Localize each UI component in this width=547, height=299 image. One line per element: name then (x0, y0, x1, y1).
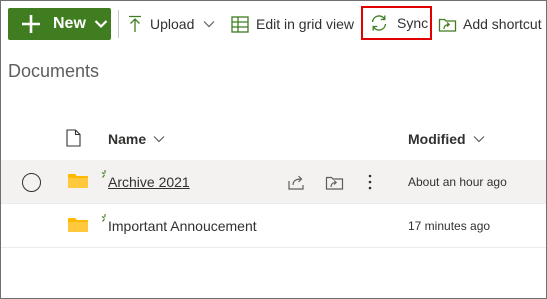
name-column-label: Name (108, 131, 147, 147)
modified-column-label: Modified (408, 131, 466, 147)
modified-column-header[interactable]: Modified (408, 131, 485, 147)
chevron-down-icon (153, 135, 165, 143)
add-shortcut-button[interactable]: Add shortcut (437, 8, 542, 40)
new-button[interactable]: New (8, 8, 111, 40)
sync-icon (368, 14, 390, 32)
folder-icon (68, 217, 88, 238)
page-title: Documents (8, 61, 100, 81)
chevron-down-icon (473, 135, 485, 143)
modified-value: About an hour ago (408, 175, 507, 189)
toolbar-divider (118, 10, 119, 38)
edit-in-grid-view-label: Edit in grid view (256, 16, 355, 32)
add-shortcut-icon (437, 16, 457, 33)
upload-label: Upload (150, 16, 195, 32)
file-name-link[interactable]: Archive 2021 (108, 174, 190, 190)
edit-in-grid-view-button[interactable]: Edit in grid view (230, 8, 354, 40)
upload-icon (126, 15, 144, 33)
share-icon[interactable] (286, 171, 308, 193)
column-header-row: Name Modified (1, 119, 546, 159)
sync-label: Sync (397, 15, 429, 31)
file-name-link[interactable]: Important Annoucement (108, 218, 257, 234)
table-row[interactable]: Archive 2021 About an hour ago (1, 160, 546, 204)
chevron-down-icon (94, 19, 108, 29)
chevron-down-icon (203, 20, 215, 28)
name-column-header[interactable]: Name (108, 131, 165, 147)
command-bar: New Upload Edit in grid view Sync Add sh… (1, 1, 546, 47)
document-library-view: New Upload Edit in grid view Sync Add sh… (0, 0, 547, 299)
new-button-label: New (53, 15, 86, 32)
add-shortcut-label: Add shortcut (463, 16, 542, 32)
modified-value: 17 minutes ago (408, 219, 491, 233)
table-row[interactable]: Important Annoucement 17 minutes ago (1, 204, 546, 248)
upload-button[interactable]: Upload (126, 8, 215, 40)
row-select-radio[interactable] (22, 173, 41, 192)
grid-icon (230, 15, 250, 33)
add-shortcut-icon[interactable] (323, 171, 345, 193)
file-type-icon[interactable] (66, 129, 81, 150)
plus-icon (18, 15, 44, 33)
more-options-icon[interactable] (359, 171, 381, 193)
folder-icon (68, 173, 88, 194)
sync-button[interactable]: Sync (361, 6, 432, 40)
